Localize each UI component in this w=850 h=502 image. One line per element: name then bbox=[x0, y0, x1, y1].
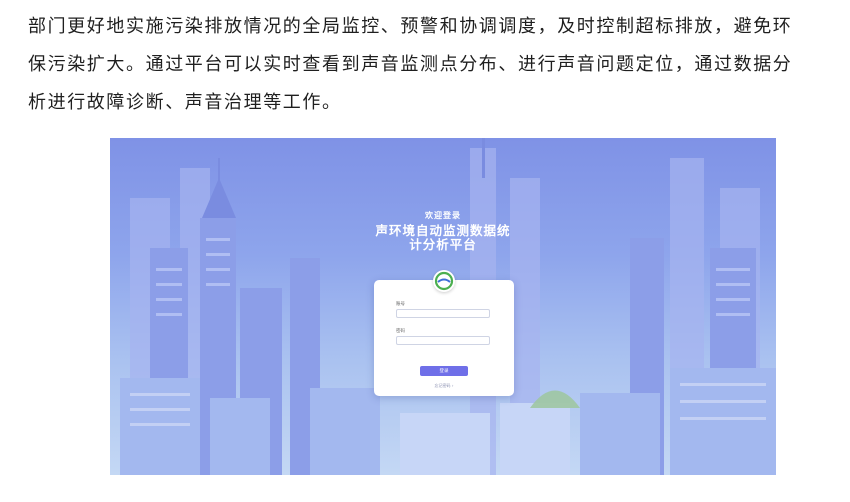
forgot-password-link[interactable]: 忘记密码 › bbox=[374, 383, 514, 389]
login-page-screenshot: 欢迎登录 声环境自动监测数据统 计分析平台 账号 密码 登录 忘记密码 › bbox=[110, 138, 776, 475]
paragraph-line-2: 保污染扩大。通过平台可以实时查看到声音监测点分布、进行声音问题定位，通过数据分 bbox=[28, 54, 793, 75]
account-input[interactable] bbox=[396, 309, 490, 318]
platform-title: 声环境自动监测数据统 计分析平台 bbox=[110, 224, 776, 252]
forgot-password-text: 忘记密码 bbox=[434, 383, 451, 388]
chevron-right-icon: › bbox=[451, 383, 454, 388]
welcome-text: 欢迎登录 bbox=[425, 211, 461, 220]
platform-title-line-2: 计分析平台 bbox=[409, 237, 477, 252]
platform-logo-icon bbox=[433, 270, 455, 292]
password-label: 密码 bbox=[396, 329, 405, 334]
login-card: 账号 密码 登录 忘记密码 › bbox=[374, 270, 514, 396]
login-hero: 欢迎登录 声环境自动监测数据统 计分析平台 bbox=[110, 210, 776, 252]
password-input[interactable] bbox=[396, 336, 490, 345]
paragraph-line-1: 部门更好地实施污染排放情况的全局监控、预警和协调调度，及时控制超标排放，避免环 bbox=[28, 16, 793, 37]
paragraph-line-3: 析进行故障诊断、声音治理等工作。 bbox=[28, 92, 342, 113]
platform-title-line-1: 声环境自动监测数据统 bbox=[375, 223, 511, 238]
document-paragraph: 部门更好地实施污染排放情况的全局监控、预警和协调调度，及时控制超标排放，避免环 … bbox=[28, 8, 828, 122]
account-label: 账号 bbox=[396, 302, 405, 307]
login-button[interactable]: 登录 bbox=[420, 366, 468, 376]
